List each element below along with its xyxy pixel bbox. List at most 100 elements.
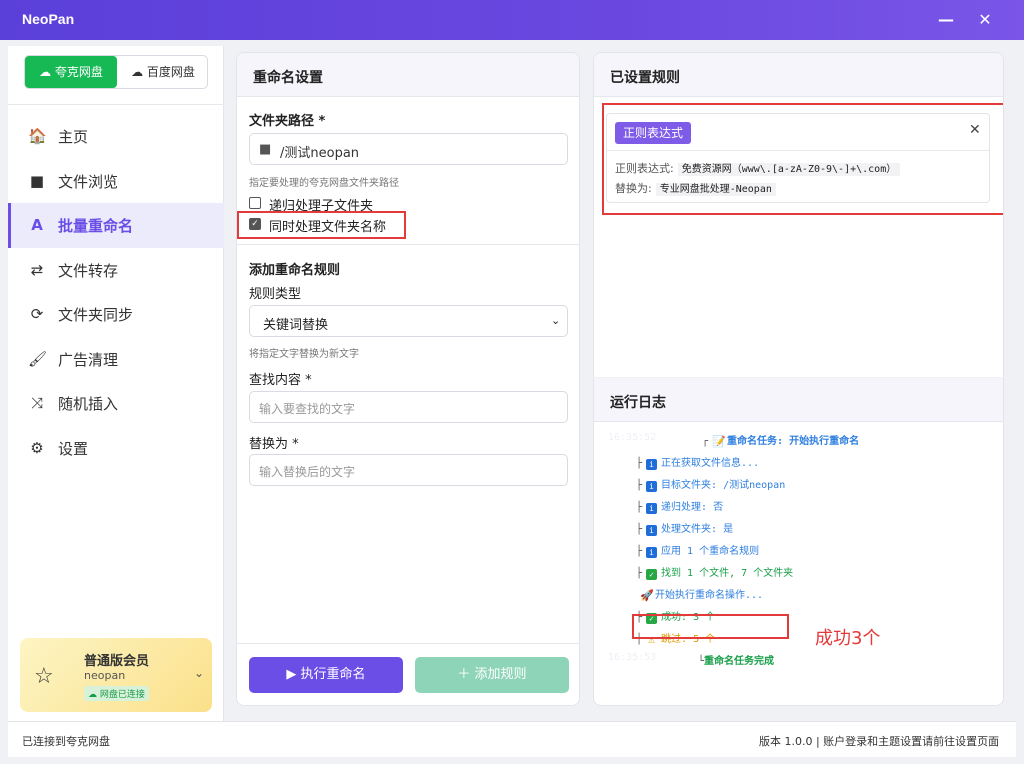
- info-icon: i: [646, 547, 658, 558]
- log-panel: 运行日志 16:35:52 ┌ 📝重命名任务: 开始执行重命名 ├ i 正在获取文件信息.…: [593, 378, 1004, 706]
- log-line: ┌ 📝重命名任务: 开始执行重命名: [702, 432, 859, 447]
- sidebar-item[interactable]: ⇄ 文件转存: [8, 248, 224, 293]
- rule-type-hint: 将指定文字替换为新文字: [249, 349, 359, 360]
- folder-path-label: 文件夹路径 *: [249, 114, 326, 129]
- minimize-button[interactable]: —: [932, 8, 960, 32]
- info-icon: i: [646, 481, 658, 492]
- replace-label: 替换为 *: [249, 437, 299, 452]
- sidebar-item-label: 批量重命名: [58, 217, 134, 235]
- tab-quark-pan[interactable]: ☁ 夸克网盘: [25, 56, 117, 88]
- connection-badge: ☁ 网盘已连接: [84, 686, 149, 701]
- find-input[interactable]: 输入要查找的文字: [249, 391, 568, 423]
- tab-label: 百度网盘: [146, 65, 195, 79]
- checkbox-box[interactable]: [249, 197, 261, 209]
- tree-connector: ├: [636, 480, 643, 491]
- info-icon: i: [646, 503, 658, 514]
- panel-header: 重命名设置: [237, 53, 579, 97]
- panel-title: 重命名设置: [253, 70, 323, 86]
- member-username: neopan: [84, 669, 126, 682]
- rule-type-label: 规则类型: [249, 287, 302, 302]
- tree-connector: ├: [636, 568, 643, 579]
- tab-baidu-pan[interactable]: ☁ 百度网盘: [117, 56, 209, 88]
- footer-divider: [237, 643, 579, 644]
- check-icon: ✓: [646, 569, 658, 580]
- tree-connector: ┌: [702, 436, 709, 447]
- tab-label: 夸克网盘: [54, 65, 103, 79]
- info-icon: i: [646, 525, 658, 536]
- chevron-down-icon[interactable]: ⌄: [194, 666, 204, 680]
- find-placeholder: 输入要查找的文字: [259, 402, 356, 416]
- sidebar-item-label: 随机插入: [58, 395, 119, 413]
- add-rule-title: 添加重命名规则: [249, 263, 341, 278]
- log-text: 正在获取文件信息...: [661, 458, 760, 469]
- log-text: 应用 1 个重命名规则: [661, 546, 760, 557]
- memo-icon: 📝: [712, 435, 726, 448]
- section-divider: [237, 244, 579, 245]
- connection-status: 网盘已连接: [99, 690, 145, 700]
- log-text: 找到 1 个文件, 7 个文件夹: [661, 568, 794, 579]
- member-title: 普通版会员: [84, 654, 150, 669]
- rocket-icon: 🚀: [640, 589, 654, 602]
- execute-rename-button[interactable]: ▶ 执行重命名: [249, 657, 403, 693]
- panel-title: 已设置规则: [610, 70, 680, 86]
- sidebar-item-label: 文件转存: [58, 261, 119, 280]
- rename-settings-panel: 重命名设置 文件夹路径 * ■ /测试neopan 指定要处理的夸克网盘文件夹路…: [236, 52, 580, 706]
- rule-type-select[interactable]: 关键词替换 ⌄: [249, 305, 568, 337]
- tree-connector: ├: [636, 458, 643, 469]
- sidebar-item[interactable]: ■ 文件浏览: [8, 159, 224, 204]
- tree-connector: ├: [636, 524, 643, 535]
- sidebar-nav: 🏠 主页 ■ 文件浏览 A 批量重命名 ⇄ 文件转存 ⟳ 文件夹同步 🖌 广告清理 ⤨ 随机插入 ⚙ 设置: [8, 114, 224, 470]
- close-button[interactable]: ✕: [971, 8, 999, 32]
- log-text: 处理文件夹: 是: [661, 524, 734, 535]
- highlight-box: [632, 614, 789, 639]
- panel-title: 运行日志: [610, 395, 666, 411]
- rename-icon: A: [31, 216, 43, 234]
- log-line: └重命名任务完成: [698, 652, 774, 667]
- sidebar-item-label: 广告清理: [58, 350, 119, 369]
- sidebar-item[interactable]: 🏠 主页: [8, 114, 224, 159]
- log-line: ├ i 处理文件夹: 是: [636, 520, 733, 536]
- brush-icon: 🖌: [28, 349, 48, 368]
- rules-panel: 已设置规则 正则表达式 ✕ 正则表达式: 免费资源网（www\.[a-zA-Z0-…: [593, 52, 1004, 377]
- sidebar-item[interactable]: ⚙ 设置: [8, 426, 224, 471]
- sidebar: ☁ 夸克网盘 ☁ 百度网盘 🏠 主页 ■ 文件浏览 A 批量重命名 ⇄ 文件转存 ⟳ 文件夹同步 🖌…: [8, 46, 224, 721]
- add-rule-button[interactable]: ＋ 添加规则: [415, 657, 569, 693]
- status-right: 版本 1.0.0 | 账户登录和主题设置请前往设置页面: [759, 735, 1000, 748]
- panel-header: 已设置规则: [594, 53, 1003, 97]
- cloud-icon: ☁: [131, 65, 144, 79]
- app-title: NeoPan: [22, 11, 75, 27]
- log-line: ├ i 目标文件夹: /测试neopan: [636, 476, 785, 492]
- pan-switch: ☁ 夸克网盘 ☁ 百度网盘: [24, 55, 208, 89]
- log-text: 重命名任务完成: [704, 656, 775, 667]
- sidebar-item[interactable]: A 批量重命名: [8, 203, 224, 248]
- transfer-icon: ⇄: [30, 260, 44, 279]
- folder-path-value: /测试neopan: [280, 146, 360, 161]
- rule-type-value: 关键词替换: [263, 318, 329, 333]
- folder-icon: ■: [29, 171, 45, 190]
- title-bar: NeoPan — ✕: [0, 0, 1024, 40]
- folder-icon: ■: [259, 142, 272, 157]
- folder-path-input[interactable]: ■ /测试neopan: [249, 133, 568, 165]
- sidebar-item-label: 文件夹同步: [58, 306, 134, 324]
- panel-header: 运行日志: [594, 378, 1003, 422]
- sidebar-item[interactable]: 🖌 广告清理: [8, 337, 224, 382]
- status-left: 已连接到夸克网盘: [22, 735, 110, 748]
- sidebar-item[interactable]: ⤨ 随机插入: [8, 381, 224, 426]
- status-bar: 已连接到夸克网盘 版本 1.0.0 | 账户登录和主题设置请前往设置页面: [8, 721, 1016, 757]
- log-line: ├ i 递归处理: 否: [636, 498, 723, 514]
- sync-icon: ⟳: [30, 305, 44, 323]
- member-card[interactable]: ☆ 普通版会员 neopan ☁ 网盘已连接 ⌄: [20, 638, 212, 712]
- find-label: 查找内容 *: [249, 373, 312, 388]
- log-text: 重命名任务: 开始执行重命名: [727, 436, 860, 447]
- app-window: NeoPan — ✕ ☁ 夸克网盘 ☁ 百度网盘 🏠 主页 ■ 文件浏览 A 批量重命名 ⇄…: [0, 0, 1024, 764]
- info-icon: i: [646, 459, 658, 470]
- annotation-text: 成功3个: [815, 628, 881, 649]
- sidebar-item[interactable]: ⟳ 文件夹同步: [8, 292, 224, 337]
- log-text: 递归处理: 否: [661, 502, 724, 513]
- log-line: ├ i 正在获取文件信息...: [636, 454, 759, 470]
- highlight-box: [602, 103, 1003, 215]
- home-icon: 🏠: [28, 127, 47, 145]
- log-line: ├ i 应用 1 个重命名规则: [636, 542, 759, 558]
- replace-input[interactable]: 输入替换后的文字: [249, 454, 568, 486]
- tree-connector: ├: [636, 502, 643, 513]
